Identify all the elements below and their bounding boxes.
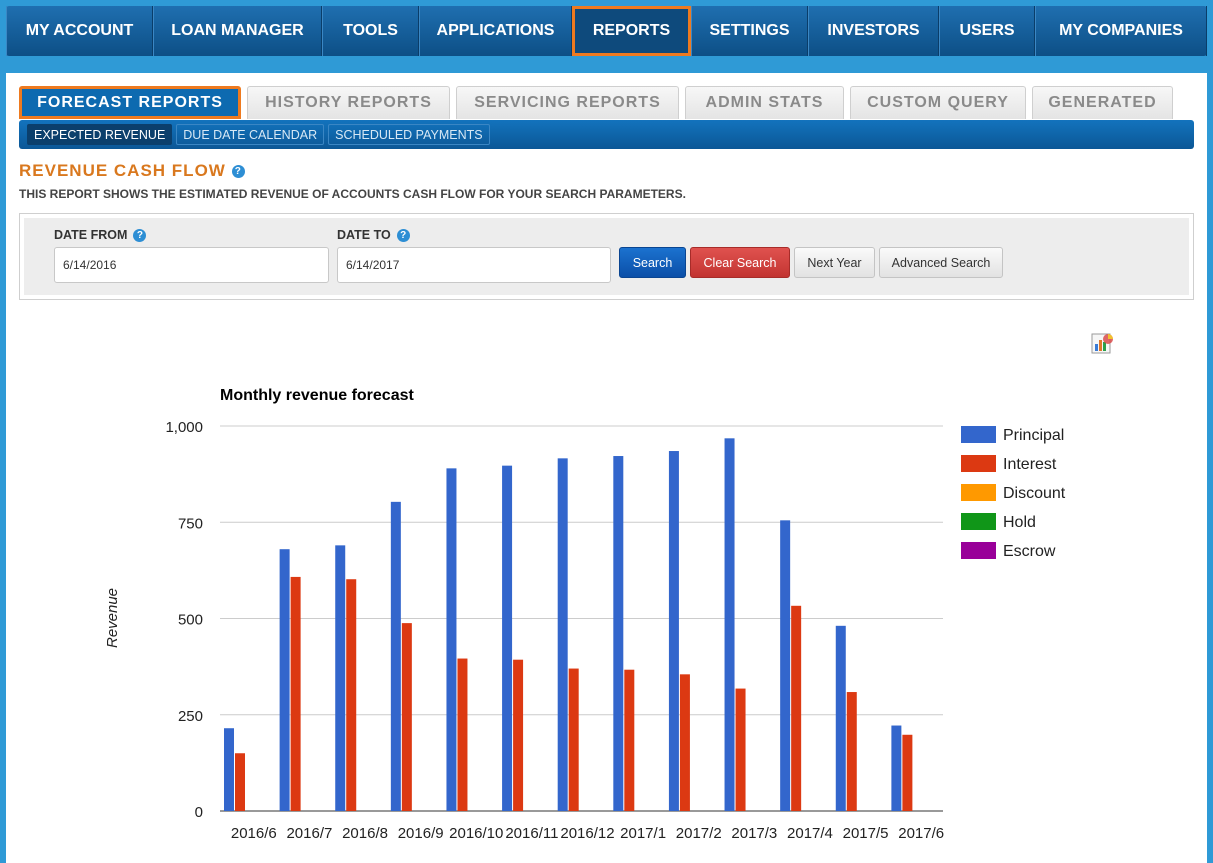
revenue-chart: Monthly revenue forecast 0 250 500 750 1,000 R… [104,387,1066,842]
content-panel: FORECAST REPORTS HISTORY REPORTS SERVICI… [6,73,1207,863]
subtab-bar: EXPECTED REVENUE DUE DATE CALENDAR SCHED… [19,120,1194,149]
help-icon[interactable]: ? [396,228,410,242]
advanced-search-button[interactable]: Advanced Search [879,247,1003,278]
legend-label-discount: Discount [1003,485,1066,502]
subtab-expected-revenue[interactable]: EXPECTED REVENUE [27,124,173,145]
bar-principal [390,501,401,811]
nav-users[interactable]: USERS [939,6,1035,56]
tab-admin-stats[interactable]: ADMIN STATS [685,86,844,119]
bar-principal [502,465,513,811]
date-to-label-text: DATE TO [337,228,391,242]
bar-principal [780,520,791,811]
bar-interest [846,692,857,811]
y-tick-label: 750 [178,515,203,532]
x-tick-label: 2016/7 [286,825,332,842]
bar-interest [290,576,301,811]
search-panel-inner: DATE FROM ? 6/14/2016 DATE TO ? 6/14/201… [24,218,1189,295]
report-tabs: FORECAST REPORTS HISTORY REPORTS SERVICI… [19,86,1179,121]
x-tick-label: 2016/11 [505,825,558,842]
nav-reports[interactable]: REPORTS [572,6,691,56]
date-from-label-text: DATE FROM [54,228,128,242]
report-description: THIS REPORT SHOWS THE ESTIMATED REVENUE … [19,187,686,201]
nav-loan-manager[interactable]: LOAN MANAGER [153,6,322,56]
x-tick-label: 2016/6 [231,825,277,842]
x-tick-label: 2016/10 [449,825,503,842]
tab-history-reports[interactable]: HISTORY REPORTS [247,86,450,119]
bar-principal [224,728,234,811]
bar-principal [835,625,846,811]
nav-settings[interactable]: SETTINGS [691,6,808,56]
legend-label-escrow: Escrow [1003,543,1056,560]
bar-interest [513,659,524,811]
bar-principal [724,438,735,811]
bar-principal [891,725,902,811]
x-tick-label: 2016/12 [560,825,614,842]
bar-interest [679,674,690,811]
bar-principal [446,468,457,811]
x-tick-label: 2017/4 [787,825,833,842]
tab-custom-query[interactable]: CUSTOM QUERY [850,86,1026,119]
help-icon[interactable]: ? [231,164,245,178]
page-title: REVENUE CASH FLOW ? [19,161,245,181]
x-tick-label: 2017/6 [898,825,944,842]
bar-interest [568,668,579,811]
search-button[interactable]: Search [619,247,686,278]
y-tick-label: 1,000 [165,419,203,436]
legend-swatch-escrow [961,542,996,559]
tab-forecast-reports[interactable]: FORECAST REPORTS [19,86,241,119]
bar-interest [401,623,412,811]
date-from-label: DATE FROM ? [54,228,147,242]
nav-investors[interactable]: INVESTORS [808,6,939,56]
bar-principal [613,456,624,811]
bar-principal [668,451,679,811]
date-to-label: DATE TO ? [337,228,410,242]
subtab-scheduled-payments[interactable]: SCHEDULED PAYMENTS [328,124,490,145]
nav-applications[interactable]: APPLICATIONS [419,6,572,56]
help-icon[interactable]: ? [133,228,147,242]
x-tick-label: 2017/2 [676,825,722,842]
tab-servicing-reports[interactable]: SERVICING REPORTS [456,86,679,119]
x-tick-label: 2016/8 [342,825,388,842]
legend-swatch-interest [961,455,996,472]
next-year-button[interactable]: Next Year [794,247,875,278]
main-nav: MY ACCOUNT LOAN MANAGER TOOLS APPLICATIO… [6,6,1207,56]
search-panel: DATE FROM ? 6/14/2016 DATE TO ? 6/14/201… [19,213,1194,300]
legend-swatch-principal [961,426,996,443]
bar-interest [624,669,635,811]
bar-interest [235,753,245,811]
y-tick-label: 250 [178,708,203,725]
clear-search-button[interactable]: Clear Search [690,247,790,278]
y-tick-label: 0 [195,804,203,821]
nav-my-companies[interactable]: MY COMPANIES [1035,6,1207,56]
chart-export-icon[interactable] [1089,330,1115,356]
nav-tools[interactable]: TOOLS [322,6,419,56]
y-tick-label: 500 [178,612,203,629]
page-title-text: REVENUE CASH FLOW [19,161,226,180]
legend-label-hold: Hold [1003,514,1036,531]
tab-generated[interactable]: GENERATED [1032,86,1173,119]
bar-principal [335,545,346,811]
bar-principal [279,549,290,811]
legend-label-interest: Interest [1003,456,1057,473]
bar-interest [735,688,746,811]
x-tick-label: 2017/1 [620,825,666,842]
bar-interest [902,734,913,811]
bar-interest [457,658,468,811]
legend-swatch-hold [961,513,996,530]
legend-label-principal: Principal [1003,427,1064,444]
subtab-due-date-calendar[interactable]: DUE DATE CALENDAR [176,124,325,145]
bar-interest [791,605,802,811]
y-axis-label: Revenue [104,588,121,648]
date-to-input[interactable]: 6/14/2017 [337,247,611,283]
chart-title: Monthly revenue forecast [220,387,415,404]
date-from-input[interactable]: 6/14/2016 [54,247,329,283]
bar-interest [346,579,357,811]
nav-my-account[interactable]: MY ACCOUNT [6,6,153,56]
x-tick-label: 2017/5 [843,825,889,842]
x-tick-label: 2016/9 [398,825,444,842]
x-tick-label: 2017/3 [731,825,777,842]
bar-principal [557,458,568,811]
legend-swatch-discount [961,484,996,501]
